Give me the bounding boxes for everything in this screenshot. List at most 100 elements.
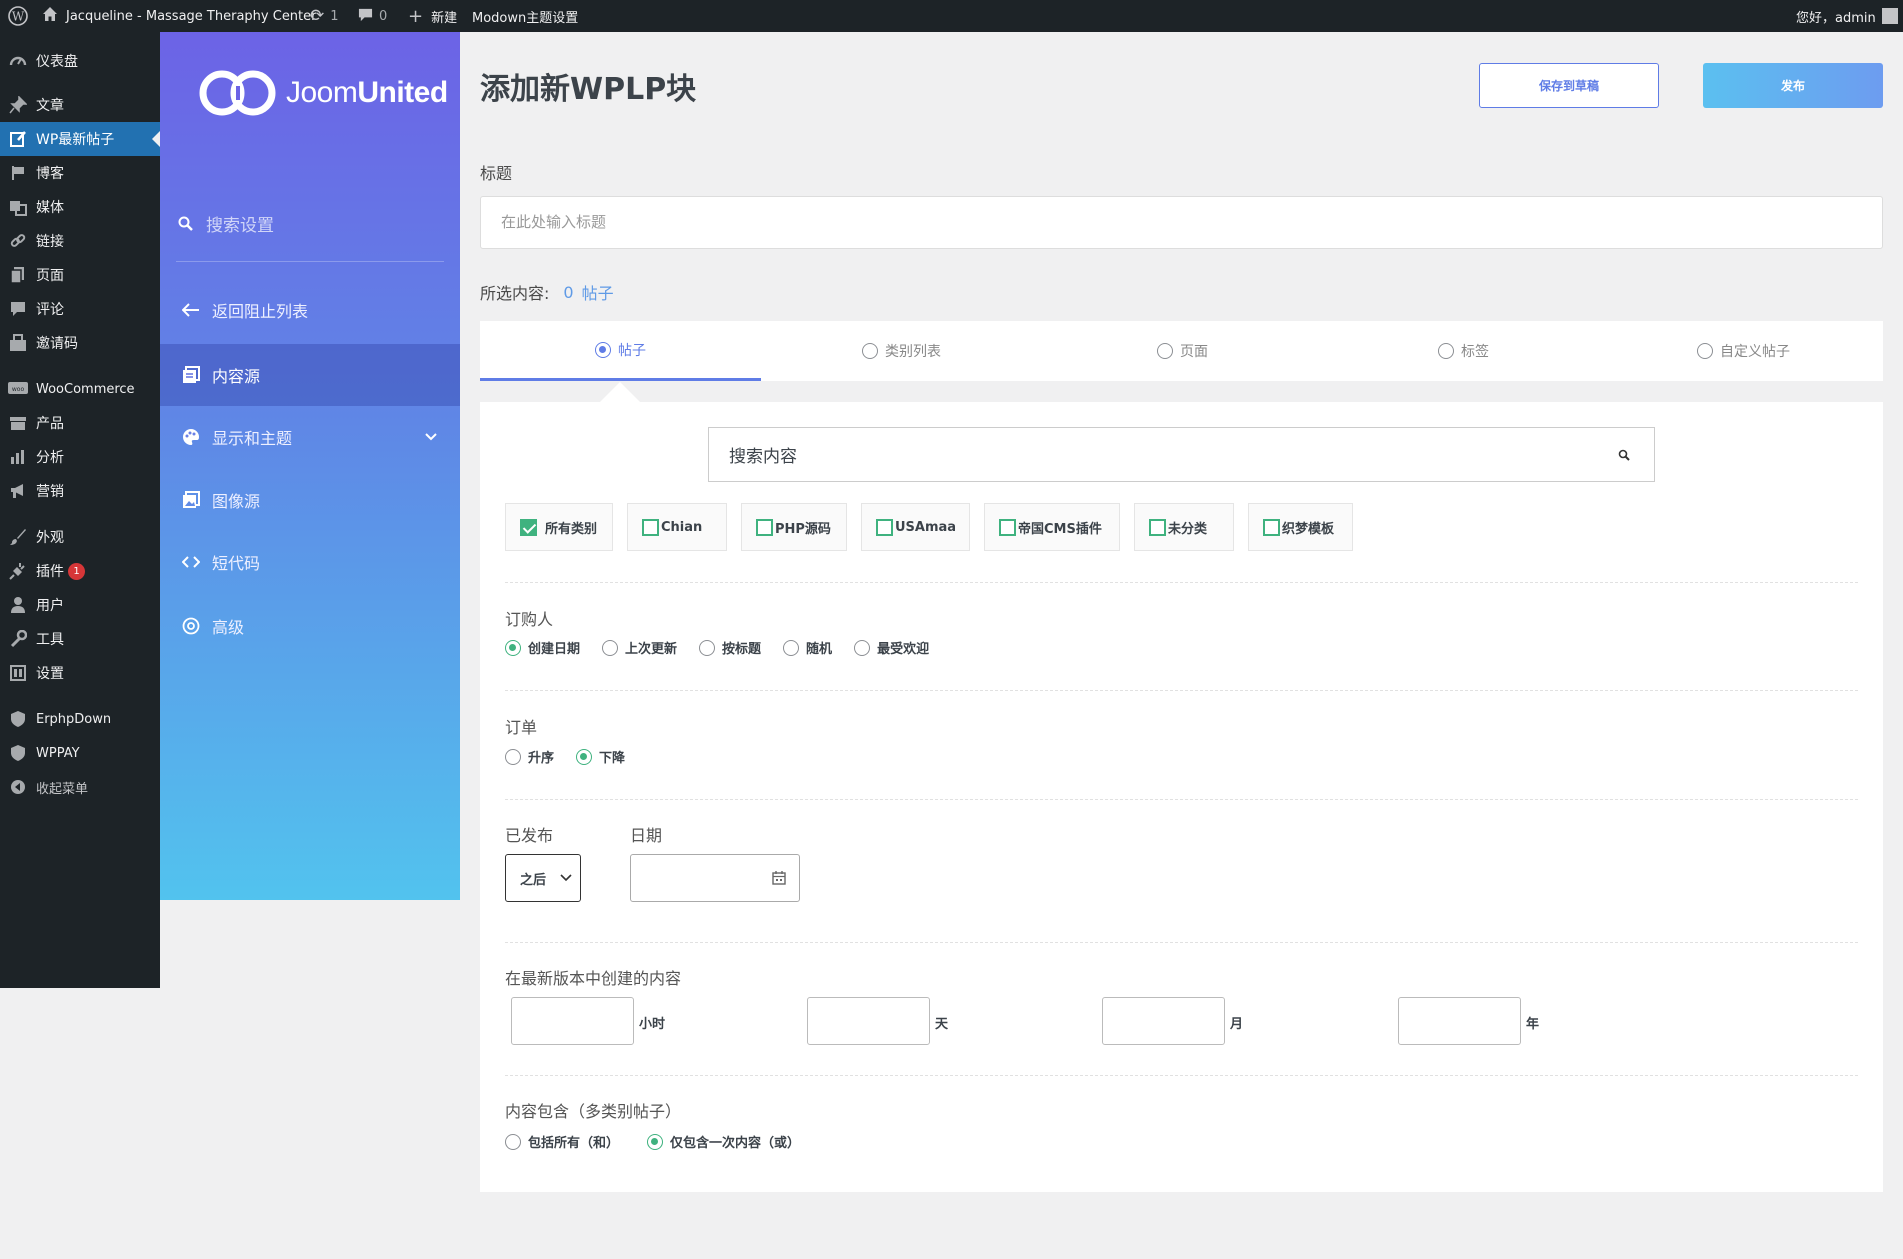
- radio-checked-icon: [576, 748, 593, 765]
- radio-icon: [862, 343, 878, 359]
- comment-icon: [358, 7, 373, 26]
- menu-item-posts[interactable]: 文章: [0, 88, 160, 122]
- back-to-list-link[interactable]: 返回阻止列表: [160, 279, 460, 341]
- nav-advanced[interactable]: 高级: [160, 595, 460, 657]
- menu-item-erphpdown[interactable]: ErphpDown: [0, 702, 160, 736]
- menu-item-blog[interactable]: 博客: [0, 156, 160, 190]
- days-input[interactable]: [807, 997, 930, 1045]
- published-select[interactable]: 之后: [505, 854, 581, 902]
- radio-icon: [602, 639, 619, 656]
- radio-icon: [854, 639, 871, 656]
- orderby-option[interactable]: 最受欢迎: [854, 638, 929, 657]
- menu-item-woocommerce[interactable]: woo WooCommerce: [0, 372, 160, 406]
- checkbox-icon: [1149, 518, 1166, 536]
- nav-content-source[interactable]: 内容源: [160, 344, 460, 406]
- tab-tags[interactable]: 标签: [1323, 321, 1604, 381]
- category-chip[interactable]: USAmaa: [861, 503, 970, 551]
- category-chip[interactable]: Chian: [627, 503, 727, 551]
- category-chip[interactable]: PHP源码: [741, 503, 847, 551]
- nav-image-source[interactable]: 图像源: [160, 469, 460, 531]
- category-chip[interactable]: 所有类别: [505, 503, 613, 551]
- chart-icon: [0, 448, 36, 466]
- menu-item-media[interactable]: 媒体: [0, 190, 160, 224]
- orderby-option[interactable]: 创建日期: [505, 638, 580, 657]
- document-icon: [182, 366, 212, 384]
- tab-custom-posts[interactable]: 自定义帖子: [1604, 321, 1883, 381]
- nav-display-theme[interactable]: 显示和主题: [160, 406, 460, 468]
- category-chip[interactable]: 帝国CMS插件: [984, 503, 1120, 551]
- tab-posts[interactable]: 帖子: [480, 321, 761, 381]
- hours-input[interactable]: [511, 997, 634, 1045]
- menu-item-dashboard[interactable]: 仪表盘: [0, 44, 160, 78]
- menu-item-wplp[interactable]: WP最新帖子: [0, 122, 160, 156]
- menu-item-marketing[interactable]: 营销: [0, 474, 160, 508]
- save-draft-button[interactable]: 保存到草稿: [1479, 63, 1659, 108]
- menu-item-plugins[interactable]: 插件 1: [0, 554, 160, 588]
- date-input[interactable]: [630, 854, 800, 902]
- wrench-icon: [0, 630, 36, 648]
- menu-item-links[interactable]: 链接: [0, 224, 160, 258]
- menu-label: 仪表盘: [36, 54, 78, 70]
- menu-collapse[interactable]: 收起菜单: [0, 770, 160, 804]
- option-label: 按标题: [722, 642, 762, 657]
- category-chip[interactable]: 织梦模板: [1248, 503, 1353, 551]
- account-menu[interactable]: 您好，admin: [1796, 0, 1898, 32]
- menu-item-tools[interactable]: 工具: [0, 622, 160, 656]
- comments-count: 0: [379, 8, 388, 24]
- menu-item-comments[interactable]: 评论: [0, 292, 160, 326]
- site-name-link[interactable]: Jacqueline - Massage Theraphy Center: [42, 0, 317, 32]
- updates-link[interactable]: ⟳ 1: [310, 0, 339, 32]
- menu-label: 媒体: [36, 200, 64, 216]
- menu-item-invite-code[interactable]: 邀请码: [0, 326, 160, 360]
- admin-bar: W Jacqueline - Massage Theraphy Center ⟳…: [0, 0, 1903, 32]
- order-option[interactable]: 升序: [505, 747, 554, 766]
- content-search-input[interactable]: 搜索内容: [708, 427, 1655, 482]
- menu-item-pages[interactable]: 页面: [0, 258, 160, 292]
- theme-settings-link[interactable]: Modown主题设置: [472, 0, 578, 32]
- shortcode-label: 短代码: [212, 554, 261, 573]
- radio-icon: [1697, 343, 1713, 359]
- shield-icon: [0, 710, 36, 728]
- menu-item-products[interactable]: 产品: [0, 406, 160, 440]
- link-icon: [0, 232, 36, 250]
- media-icon: [0, 198, 36, 216]
- brush-icon: [0, 528, 36, 546]
- title-input[interactable]: [480, 196, 1883, 249]
- tab-label: 类别列表: [885, 344, 941, 360]
- orderby-option[interactable]: 上次更新: [602, 638, 677, 657]
- orderby-option[interactable]: 随机: [783, 638, 832, 657]
- unit-days: 天: [935, 1017, 949, 1032]
- plug-icon: [0, 562, 36, 580]
- contains-option[interactable]: 仅包含一次内容（或）: [647, 1132, 800, 1151]
- tab-category-list[interactable]: 类别列表: [761, 321, 1042, 381]
- divider: [505, 942, 1858, 943]
- orderby-option[interactable]: 按标题: [699, 638, 761, 657]
- nav-shortcode[interactable]: 短代码: [160, 531, 460, 593]
- menu-item-users[interactable]: 用户: [0, 588, 160, 622]
- search-icon[interactable]: [1618, 449, 1630, 461]
- tab-pages[interactable]: 页面: [1042, 321, 1323, 381]
- menu-item-wppay[interactable]: WPPAY: [0, 736, 160, 770]
- publish-button[interactable]: 发布: [1703, 63, 1883, 108]
- orderby-options: 创建日期 上次更新 按标题 随机 最受欢迎: [505, 638, 951, 657]
- settings-search[interactable]: 搜索设置: [176, 186, 444, 262]
- selected-content: 所选内容: 0 帖子: [480, 280, 614, 304]
- calendar-icon[interactable]: [771, 870, 787, 886]
- comments-link[interactable]: 0: [358, 0, 387, 32]
- contains-option[interactable]: 包括所有（和）: [505, 1132, 619, 1151]
- image-icon: [182, 491, 212, 509]
- menu-item-appearance[interactable]: 外观: [0, 520, 160, 554]
- checkbox-icon: [756, 518, 773, 536]
- option-label: 仅包含一次内容（或）: [670, 1136, 801, 1151]
- category-label: 未分类: [1168, 521, 1208, 537]
- order-option[interactable]: 下降: [576, 747, 625, 766]
- menu-label: 邀请码: [36, 336, 78, 352]
- unit-years: 年: [1526, 1017, 1540, 1032]
- new-content-link[interactable]: + 新建: [408, 0, 457, 32]
- category-chip[interactable]: 未分类: [1134, 503, 1234, 551]
- wordpress-logo-icon[interactable]: W: [8, 0, 28, 32]
- years-input[interactable]: [1398, 997, 1521, 1045]
- months-input[interactable]: [1102, 997, 1225, 1045]
- menu-item-analytics[interactable]: 分析: [0, 440, 160, 474]
- menu-item-settings[interactable]: 设置: [0, 656, 160, 690]
